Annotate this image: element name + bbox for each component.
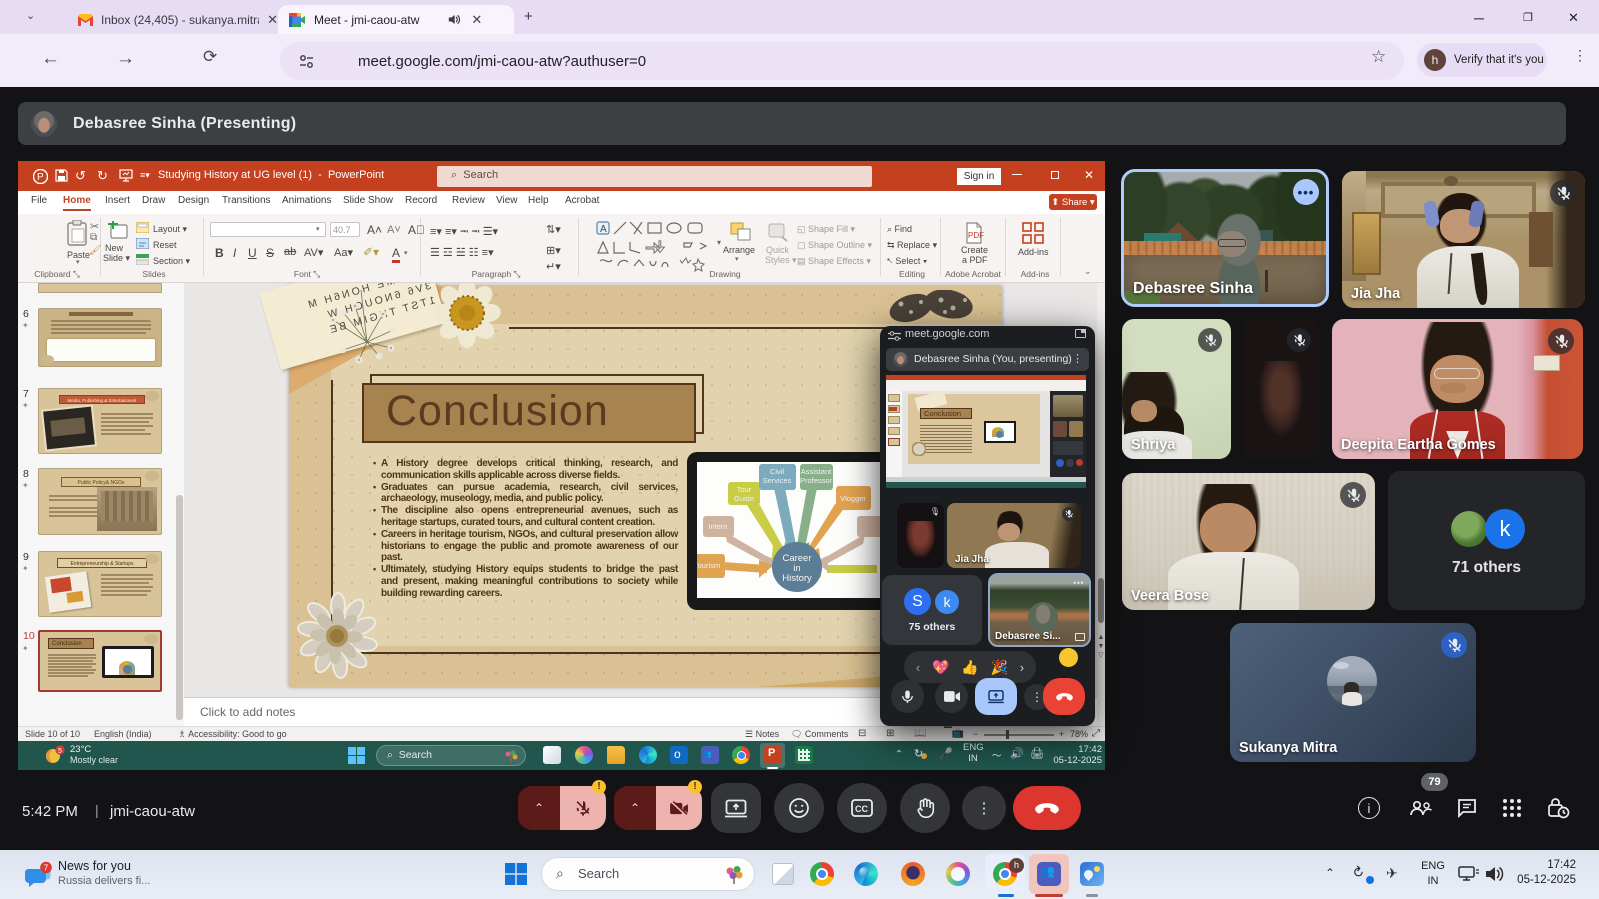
svg-text:Professor: Professor: [800, 476, 833, 485]
svg-text:Civil: Civil: [770, 467, 784, 476]
svg-text:Assistant: Assistant: [801, 467, 832, 476]
svg-text:Guide: Guide: [734, 494, 754, 503]
svg-text:History: History: [782, 573, 812, 584]
svg-text:CC: CC: [855, 804, 868, 814]
svg-text:PDF: PDF: [968, 231, 984, 240]
svg-text:Vlogger: Vlogger: [840, 494, 866, 503]
svg-text:Intern: Intern: [708, 522, 727, 531]
svg-text:Services: Services: [763, 476, 792, 485]
svg-text:7: 7: [44, 863, 49, 873]
svg-text:P: P: [37, 172, 44, 183]
svg-text:Tourism: Tourism: [697, 561, 720, 570]
svg-text:5: 5: [58, 748, 62, 755]
svg-text:A: A: [600, 224, 607, 235]
svg-text:Tour: Tour: [737, 485, 752, 494]
